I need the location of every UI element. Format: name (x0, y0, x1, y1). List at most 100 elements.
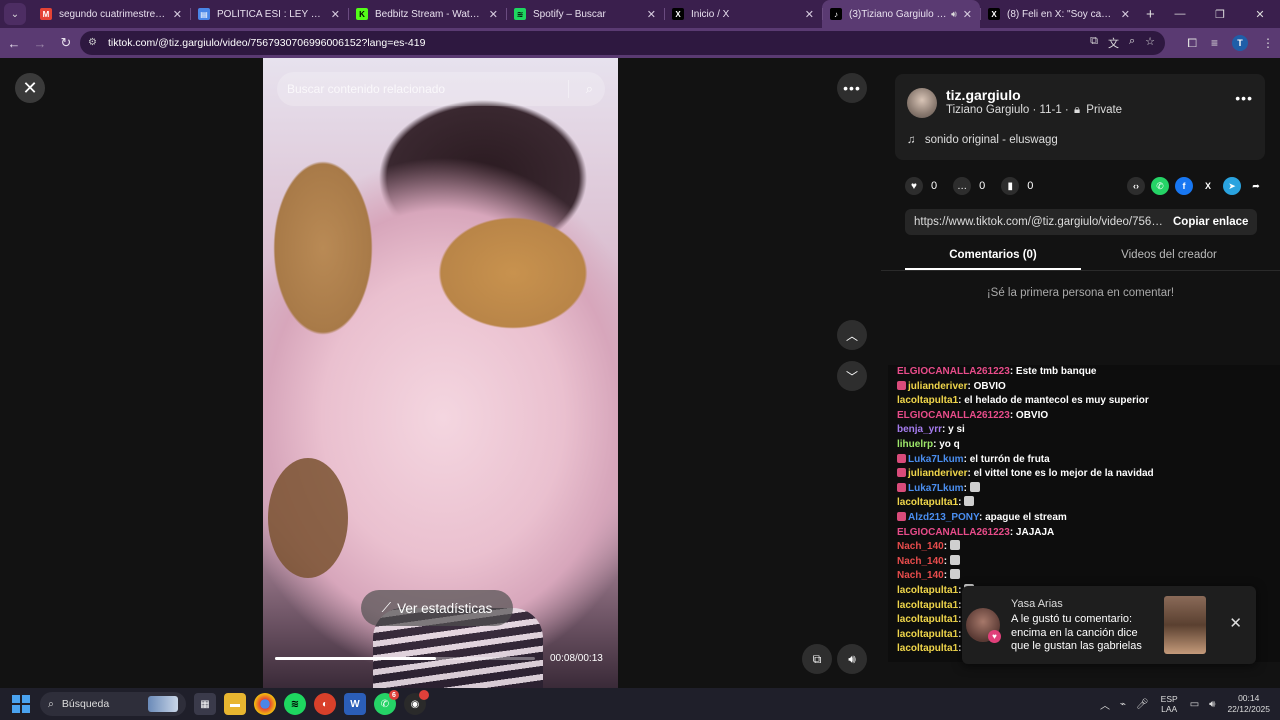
browser-tab[interactable]: X Inicio / X ✕ (664, 0, 822, 28)
tab-close-icon[interactable]: ✕ (647, 8, 656, 21)
video-progress-bar[interactable] (275, 657, 535, 660)
copy-link-button[interactable]: Copiar enlace (1173, 216, 1248, 228)
like-notification-toast[interactable]: ♥ Yasa Arias A le gustó tu comentario: e… (962, 586, 1256, 664)
browser-tab[interactable]: ♪ (3)Tiziano Gargiulo (@tiz.g 🔊︎ ✕ (822, 0, 980, 28)
view-stats-button[interactable]: ⟋ Ver estadísticas (361, 590, 513, 626)
tab-close-icon[interactable]: ✕ (963, 8, 972, 21)
chat-username[interactable]: ELGIOCANALLA261223 (897, 410, 1010, 421)
more-options-button[interactable]: ••• (837, 73, 867, 103)
chrome-icon[interactable] (254, 693, 276, 715)
chat-username[interactable]: Luka7Lkum (908, 454, 964, 465)
telegram-icon[interactable]: ➤ (1223, 177, 1241, 195)
chat-username[interactable]: Nach_140 (897, 570, 944, 581)
chat-username[interactable]: lacoltapulta1 (897, 497, 958, 508)
tab-close-icon[interactable]: ✕ (805, 8, 814, 21)
tab-close-icon[interactable]: ✕ (1121, 8, 1130, 21)
tab-close-icon[interactable]: ✕ (489, 8, 498, 21)
word-icon[interactable]: W (344, 693, 366, 715)
task-view-icon[interactable]: ▦ (194, 693, 216, 715)
profile-avatar[interactable]: T (1232, 35, 1248, 51)
language-indicator[interactable]: ESP LAA (1161, 694, 1178, 714)
network-volume[interactable]: ▭ 🔊︎ (1190, 699, 1216, 710)
share-arrow-icon[interactable]: ➦ (1247, 177, 1265, 195)
whatsapp-icon[interactable]: ✆ (1151, 177, 1169, 195)
windows-start-icon[interactable] (12, 695, 30, 713)
chat-username[interactable]: lihuelrp (897, 439, 933, 450)
tab-creator-videos[interactable]: Videos del creador (1081, 246, 1257, 270)
search-icon[interactable]: ⌕ (586, 81, 593, 97)
toast-close-icon[interactable]: ✕ (1229, 614, 1242, 632)
forward-arrow-icon[interactable]: → (28, 36, 52, 51)
browser-tab[interactable]: ≋ Spotify – Buscar ✕ (506, 0, 664, 28)
minimize-icon[interactable]: — (1160, 8, 1200, 20)
chat-username[interactable]: Luka7Lkum (908, 483, 964, 494)
x-share-icon[interactable]: X (1199, 177, 1217, 195)
spotify-app-icon[interactable]: ≋ (284, 693, 306, 715)
tab-audio-icon[interactable]: 🔊︎ (951, 9, 957, 20)
chat-username[interactable]: ELGIOCANALLA261223 (897, 366, 1010, 377)
browser-tab[interactable]: K Bedbitz Stream - Watch Live on ✕ (348, 0, 506, 28)
site-info-icon[interactable]: ⚙ (88, 37, 100, 49)
extensions-puzzle-icon[interactable]: ⧠ (1187, 36, 1197, 51)
volume-button[interactable]: 🔊︎ (837, 644, 867, 674)
sound-link[interactable]: ♫ sonido original - eluswagg (907, 134, 1058, 146)
floating-player-button[interactable]: ⧉ (802, 644, 832, 674)
like-action[interactable]: ♥ 0 (905, 177, 937, 195)
new-tab-plus-icon[interactable]: + (1146, 6, 1155, 23)
red-app-icon[interactable]: ◐ (314, 693, 336, 715)
browser-menu-icon[interactable]: ⋮ (1262, 36, 1274, 50)
chat-username[interactable]: lacoltapulta1 (897, 643, 958, 654)
chat-username[interactable]: Nach_140 (897, 541, 944, 552)
save-action[interactable]: ▮ 0 (1001, 177, 1033, 195)
usb-icon[interactable]: ⌁ (1120, 699, 1126, 710)
whatsapp-app-icon[interactable]: ✆ 6 (374, 690, 399, 715)
media-controls-icon[interactable]: ≡ (1211, 36, 1218, 50)
video-link[interactable]: https://www.tiktok.com/@tiz.gargiulo/vid… (905, 216, 1165, 228)
facebook-icon[interactable]: f (1175, 177, 1193, 195)
zoom-icon[interactable]: ⌕ (1129, 35, 1135, 51)
install-app-icon[interactable]: ⧉ (1090, 35, 1098, 51)
chat-username[interactable]: Alzd213_PONY (908, 512, 979, 523)
tab-search-chevron-icon[interactable]: ⌄ (4, 3, 26, 25)
back-arrow-icon[interactable]: ← (2, 36, 26, 51)
creator-username[interactable]: tiz.gargiulo (946, 87, 1021, 103)
obs-icon[interactable]: ◉ (404, 690, 429, 715)
browser-tab[interactable]: ▤ POLÍTICA ESI : LEY DE CUPO Y L ✕ (190, 0, 348, 28)
reload-icon[interactable]: ↻ (54, 35, 78, 51)
chat-username[interactable]: ELGIOCANALLA261223 (897, 527, 1010, 538)
close-video-button[interactable]: ✕ (15, 73, 45, 103)
chat-username[interactable]: lacoltapulta1 (897, 585, 958, 596)
creator-avatar[interactable] (907, 88, 937, 118)
tab-close-icon[interactable]: ✕ (173, 8, 182, 21)
taskbar-search[interactable]: ⌕ Búsqueda (40, 692, 186, 716)
chat-username[interactable]: benja_yrr (897, 424, 942, 435)
browser-tab[interactable]: Msegundo cuatrimestre - tiziano ✕ (32, 0, 190, 28)
chat-username[interactable]: julianderiver (908, 381, 967, 392)
microphone-icon[interactable]: 🎤︎ (1136, 699, 1149, 710)
browser-tab[interactable]: X (8) Feli en X: "Soy capaz de salt ✕ (980, 0, 1138, 28)
embed-code-icon[interactable]: ‹› (1127, 177, 1145, 195)
next-video-button[interactable]: ﹀ (837, 361, 867, 391)
file-explorer-icon[interactable]: ▬ (224, 693, 246, 715)
chat-username[interactable]: lacoltapulta1 (897, 614, 958, 625)
comment-action[interactable]: … 0 (953, 177, 985, 195)
chevron-up-icon: ︿ (845, 328, 858, 343)
previous-video-button[interactable]: ︿ (837, 320, 867, 350)
chat-username[interactable]: julianderiver (908, 468, 967, 479)
system-clock[interactable]: 00:14 22/12/2025 (1227, 693, 1270, 715)
video-player[interactable]: Buscar contenido relacionado ⌕ ⟋ Ver est… (263, 58, 618, 688)
tab-comments[interactable]: Comentarios (0) (905, 246, 1081, 270)
related-search-input[interactable]: Buscar contenido relacionado ⌕ (277, 72, 605, 106)
chat-username[interactable]: lacoltapulta1 (897, 600, 958, 611)
bookmark-star-icon[interactable]: ☆ (1145, 35, 1155, 51)
window-close-icon[interactable]: ✕ (1240, 8, 1280, 21)
chat-username[interactable]: lacoltapulta1 (897, 629, 958, 640)
restore-icon[interactable]: ❐ (1200, 8, 1240, 21)
translate-icon[interactable]: 文 (1108, 35, 1119, 51)
show-hidden-icons-icon[interactable]: ︿ (1100, 697, 1110, 712)
tab-close-icon[interactable]: ✕ (331, 8, 340, 21)
chat-username[interactable]: lacoltapulta1 (897, 395, 958, 406)
address-bar[interactable]: ⚙ tiktok.com/@tiz.gargiulo/video/7567930… (80, 31, 1165, 55)
card-more-icon[interactable]: ••• (1235, 90, 1253, 106)
chat-username[interactable]: Nach_140 (897, 556, 944, 567)
